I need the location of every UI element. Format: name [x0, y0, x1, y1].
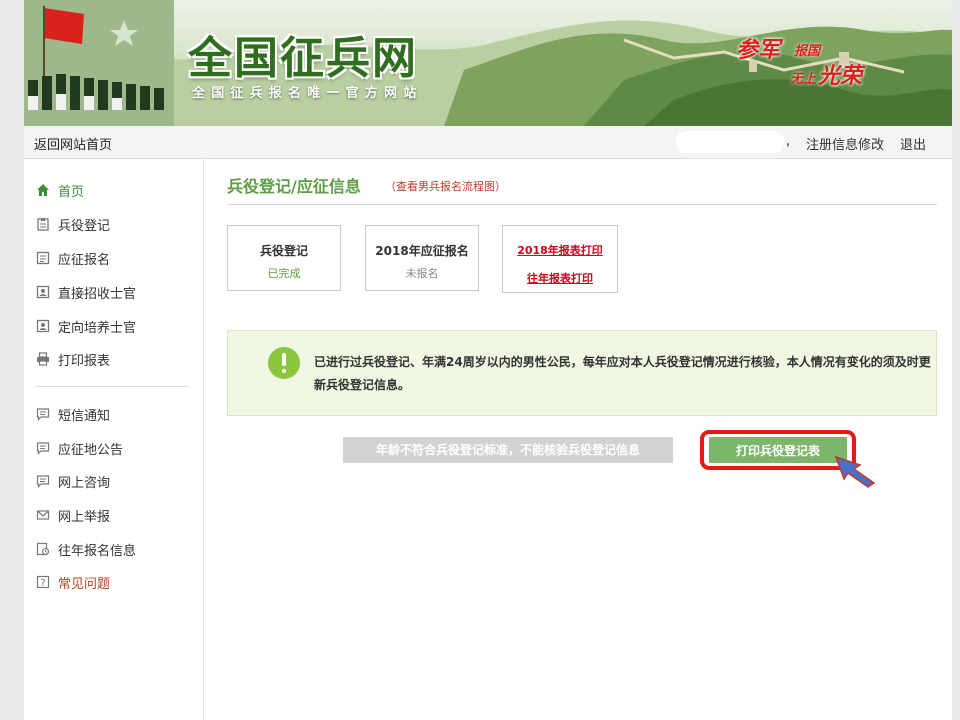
slogan-part1: 参军	[736, 37, 781, 63]
sidebar-item-label: 打印报表	[58, 353, 111, 369]
sidebar-item-direct-nco-recruitment[interactable]: 直接招收士官	[36, 281, 136, 303]
top-nav-bar: 返回网站首页 , 注册信息修改 退出	[24, 126, 952, 159]
sidebar-item-online-consult[interactable]: 网上咨询	[36, 470, 110, 492]
sidebar-item-label: 直接招收士官	[58, 286, 137, 302]
message-icon	[36, 408, 50, 421]
sidebar-item-home[interactable]: 首页	[36, 179, 84, 201]
view-flowchart-link[interactable]: （查看男兵报名流程图）	[385, 178, 506, 194]
page-gutter-left	[0, 0, 24, 720]
sidebar-item-faq[interactable]: ? 常见问题	[36, 571, 110, 593]
sidebar-item-label: 常见问题	[58, 576, 111, 592]
card-status: 未报名	[405, 267, 439, 280]
registration-status-card: 兵役登记 已完成	[227, 225, 341, 291]
sidebar-item-label: 定向培养士官	[58, 320, 137, 336]
back-to-home-link[interactable]: 返回网站首页	[34, 134, 112, 153]
svg-text:?: ?	[40, 578, 45, 589]
home-icon	[37, 184, 49, 196]
slogan-part4: 光荣	[818, 63, 863, 89]
site-logo-title: 全国征兵网	[188, 33, 418, 84]
title-divider	[227, 204, 937, 205]
logout-link[interactable]: 退出	[900, 134, 926, 153]
form-icon	[36, 251, 50, 265]
user-name-display	[676, 131, 784, 153]
sidebar-item-label: 首页	[58, 184, 85, 200]
page: 全国征兵网 全国征兵报名唯一官方网站 参军 报国 无上 光荣 返回网站首页 , …	[24, 0, 952, 720]
pointer-arrow-icon	[834, 455, 876, 488]
enlistment-status-card: 2018年应征报名 未报名	[365, 225, 479, 291]
sidebar-divider	[36, 386, 188, 387]
slogan-part3: 无上	[790, 72, 817, 87]
card-title: 兵役登记	[259, 244, 308, 258]
sidebar-item-directed-nco-training[interactable]: 定向培养士官	[36, 315, 136, 337]
slogan-part2: 报国	[794, 44, 821, 59]
print-registration-form-button[interactable]: 打印兵役登记表	[709, 437, 847, 463]
sidebar-item-label: 网上咨询	[58, 475, 111, 491]
id-card-icon	[36, 319, 50, 333]
slogan: 参军 报国 无上 光荣	[732, 30, 882, 94]
print-past-reports-link[interactable]: 往年报表打印	[503, 270, 617, 286]
main-content: 兵役登记/应征信息 （查看男兵报名流程图） 兵役登记 已完成 2018年应征报名…	[227, 159, 939, 720]
alert-message: 已进行过兵役登记、年满24周岁以内的男性公民，每年应对本人兵役登记情况进行核验，…	[314, 355, 931, 392]
sidebar-item-online-report[interactable]: 网上举报	[36, 504, 110, 526]
sidebar-item-label: 兵役登记	[58, 218, 111, 234]
sidebar-item-enlistment-application[interactable]: 应征报名	[36, 247, 110, 269]
sidebar-item-past-applications[interactable]: 往年报名信息	[36, 538, 136, 560]
sidebar-item-label: 应征报名	[58, 252, 111, 268]
card-title: 2018年应征报名	[375, 244, 469, 258]
question-icon: ?	[36, 575, 50, 589]
message-icon	[36, 442, 50, 455]
edit-profile-link[interactable]: 注册信息修改	[806, 134, 884, 153]
printer-icon	[37, 352, 49, 366]
sidebar-item-military-registration[interactable]: 兵役登记	[36, 213, 110, 235]
print-reports-card: 2018年报表打印 往年报表打印	[502, 225, 618, 293]
sidebar-item-label: 短信通知	[58, 408, 111, 424]
sidebar-item-label: 应征地公告	[58, 442, 124, 458]
exclamation-icon	[268, 347, 300, 379]
print-2018-report-link[interactable]: 2018年报表打印	[503, 242, 617, 258]
notice-alert: 已进行过兵役登记、年满24周岁以内的男性公民，每年应对本人兵役登记情况进行核验，…	[227, 330, 937, 416]
history-icon	[36, 542, 50, 556]
id-card-icon	[36, 285, 50, 299]
site-logo-subtitle: 全国征兵报名唯一官方网站	[192, 86, 423, 101]
page-gutter-right	[952, 0, 960, 720]
message-icon	[36, 475, 50, 488]
clipboard-icon	[37, 218, 49, 231]
sidebar-item-label: 往年报名信息	[58, 543, 137, 559]
header-banner: 全国征兵网 全国征兵报名唯一官方网站 参军 报国 无上 光荣	[24, 0, 952, 126]
nav-separator: ,	[786, 134, 791, 149]
sidebar-item-sms-notice[interactable]: 短信通知	[36, 403, 110, 425]
sidebar-item-print-reports[interactable]: 打印报表	[36, 348, 110, 370]
card-status: 已完成	[267, 267, 301, 280]
sidebar: 首页 兵役登记 应征报名 直接招收士官 定向培养士官 打印报表 短信通知 应征地…	[24, 159, 204, 720]
sidebar-item-local-announcement[interactable]: 应征地公告	[36, 437, 123, 459]
mail-icon	[36, 510, 50, 520]
sidebar-item-label: 网上举报	[58, 509, 111, 525]
page-title: 兵役登记/应征信息	[227, 177, 361, 196]
verify-registration-button-disabled: 年龄不符合兵役登记标准，不能核验兵役登记信息	[343, 437, 673, 463]
